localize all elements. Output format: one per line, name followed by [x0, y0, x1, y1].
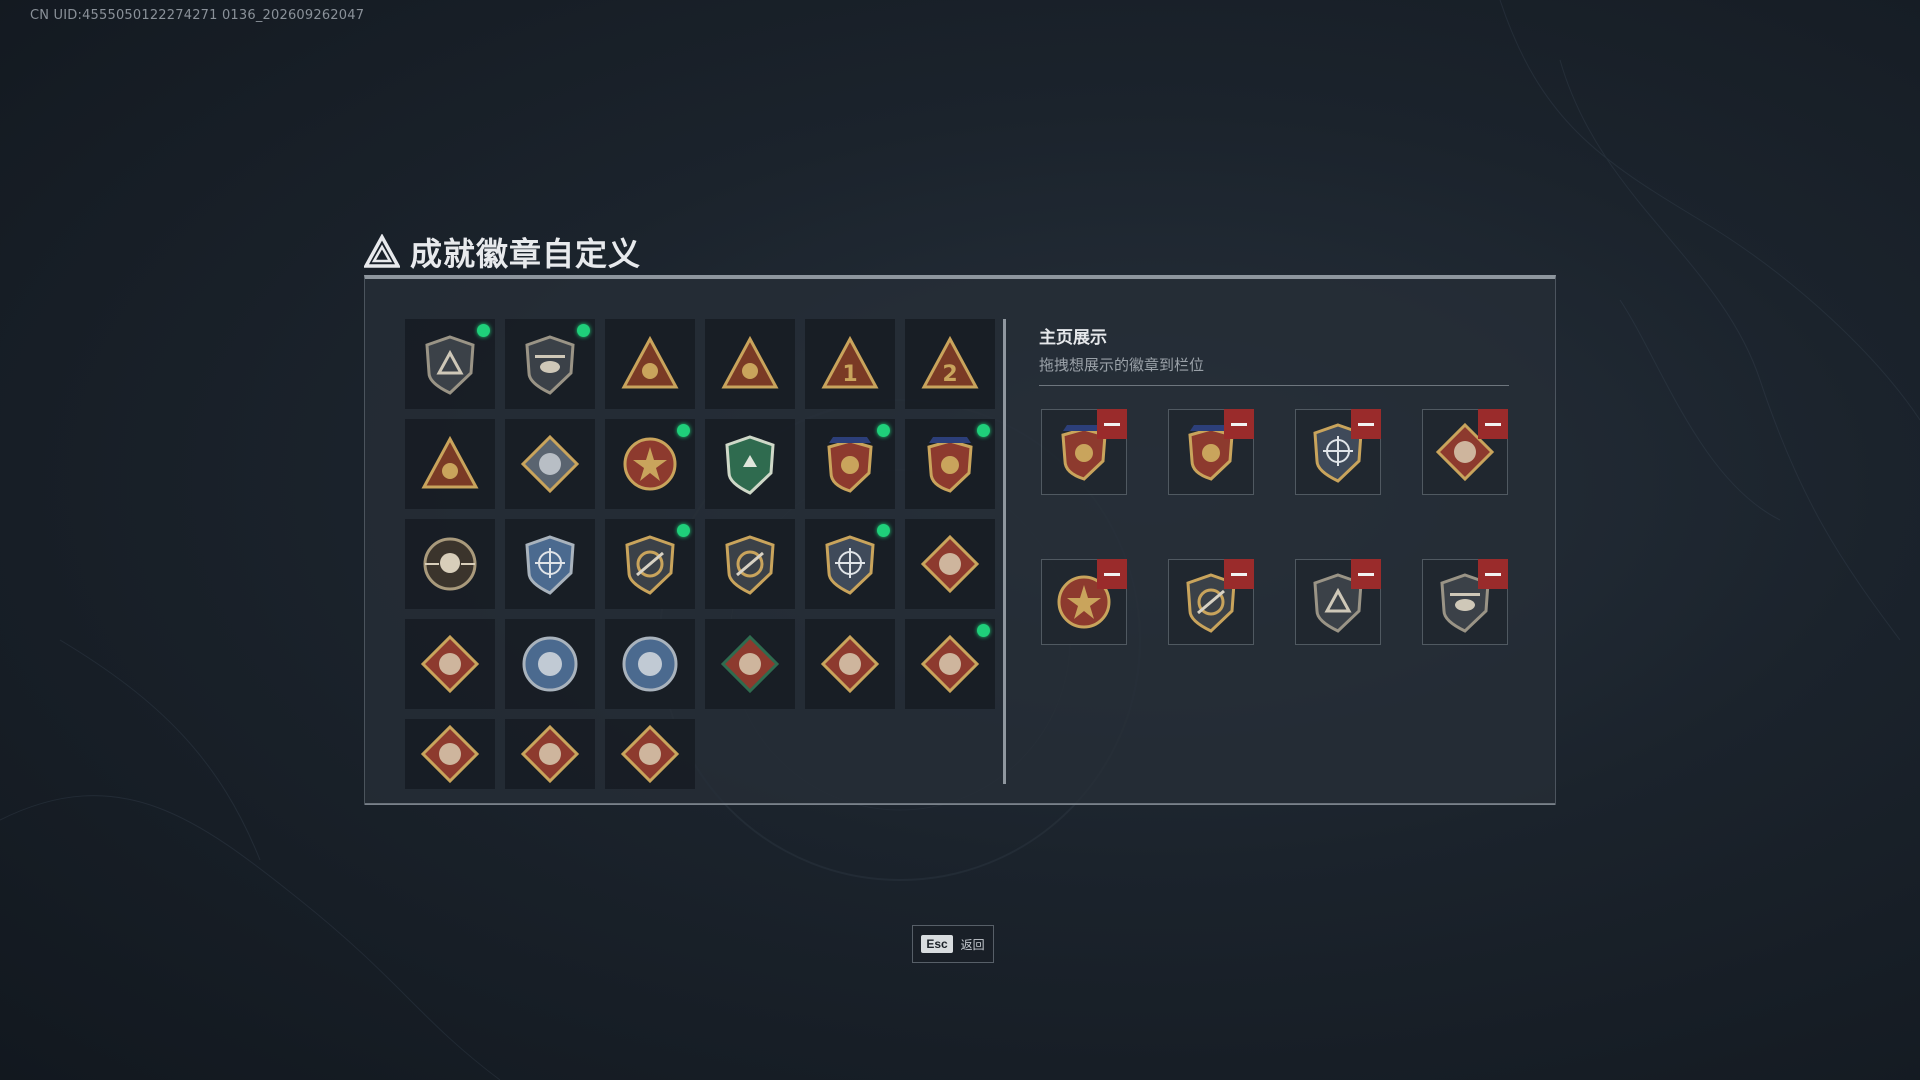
svg-text:1: 1	[842, 362, 857, 387]
new-indicator-dot	[577, 324, 590, 337]
new-indicator-dot	[677, 424, 690, 437]
number-1-triangle-icon: 1	[821, 335, 879, 389]
squad-triangle-icon	[421, 435, 479, 489]
badge-cell[interactable]: 1	[805, 319, 895, 409]
badge-cell[interactable]	[605, 719, 695, 789]
showcase-slot[interactable]	[1041, 409, 1127, 495]
helicopter-shield-icon	[525, 335, 575, 395]
rifle-shield-icon	[625, 535, 675, 595]
svg-text:2: 2	[942, 362, 957, 387]
boat-triangle-icon	[721, 335, 779, 389]
badge-cell[interactable]: 2	[905, 319, 995, 409]
badge-cell[interactable]	[605, 419, 695, 509]
badge-cell[interactable]	[705, 419, 795, 509]
runner-diamond-icon	[420, 724, 480, 784]
wolf-diamond-alt-icon	[420, 634, 480, 694]
back-button[interactable]: Esc 返回	[912, 925, 994, 963]
badge-cell[interactable]	[405, 619, 495, 709]
remove-icon[interactable]	[1351, 559, 1381, 589]
showcase-slot[interactable]	[1295, 559, 1381, 645]
badge-cell[interactable]	[505, 519, 595, 609]
badge-cell[interactable]	[805, 619, 895, 709]
remove-icon[interactable]	[1478, 409, 1508, 439]
badge-cell[interactable]	[405, 719, 495, 789]
badge-cell[interactable]	[705, 519, 795, 609]
remove-icon[interactable]	[1478, 559, 1508, 589]
showcase-slot[interactable]	[1168, 559, 1254, 645]
new-indicator-dot	[877, 424, 890, 437]
badge-customize-panel: 12 主页展示 拖拽想展示的徽章到栏位	[364, 275, 1556, 805]
badge-cell[interactable]	[605, 519, 695, 609]
new-indicator-dot	[677, 524, 690, 537]
new-indicator-dot	[477, 324, 490, 337]
showcase-subtitle: 拖拽想展示的徽章到栏位	[1039, 357, 1205, 374]
horse-diamond-icon	[520, 724, 580, 784]
showcase-slot[interactable]	[1295, 409, 1381, 495]
panel-divider	[1003, 319, 1006, 784]
hand-triangle-icon	[621, 335, 679, 389]
esc-key-icon: Esc	[921, 935, 953, 953]
badge-cell[interactable]	[905, 519, 995, 609]
showcase-slot[interactable]	[1168, 409, 1254, 495]
showcase-slot[interactable]	[1422, 559, 1508, 645]
remove-icon[interactable]	[1097, 409, 1127, 439]
dragon-diamond-icon	[820, 634, 880, 694]
badge-cell[interactable]	[905, 419, 995, 509]
showcase-header: 主页展示 拖拽想展示的徽章到栏位	[1039, 323, 1509, 386]
panel-bottom-border	[365, 803, 1555, 805]
badge-cell[interactable]	[805, 519, 895, 609]
wolf-circle-icon	[522, 636, 578, 692]
star-emblem-icon	[623, 437, 677, 491]
badge-cell[interactable]	[805, 419, 895, 509]
badge-cell[interactable]	[505, 319, 595, 409]
remove-icon[interactable]	[1097, 559, 1127, 589]
new-indicator-dot	[977, 624, 990, 637]
cube-diamond-icon	[520, 434, 580, 494]
gold-crosshair-icon	[825, 535, 875, 595]
wolf-diamond-icon	[920, 534, 980, 594]
dragon-diamond-alt-icon	[920, 634, 980, 694]
showcase-slots	[1041, 409, 1511, 645]
badge-cell[interactable]	[705, 319, 795, 409]
badge-cell[interactable]	[405, 519, 495, 609]
showcase-title: 主页展示	[1039, 328, 1107, 347]
badge-grid: 12	[405, 319, 995, 789]
crest-shield-icon	[927, 437, 973, 493]
remove-icon[interactable]	[1224, 409, 1254, 439]
remove-icon[interactable]	[1351, 409, 1381, 439]
rifle-shield-plain-icon	[725, 535, 775, 595]
badge-cell[interactable]	[605, 319, 695, 409]
uid-label: CN UID:4555050122274271 0136_20260926204…	[30, 8, 365, 23]
badge-cell[interactable]	[405, 419, 495, 509]
badge-cell[interactable]	[705, 619, 795, 709]
page-header: 成就徽章自定义	[364, 232, 641, 272]
showcase-slot[interactable]	[1422, 409, 1508, 495]
new-indicator-dot	[977, 424, 990, 437]
back-label: 返回	[960, 937, 985, 952]
eagle-circle-icon	[622, 636, 678, 692]
badge-cell[interactable]	[905, 619, 995, 709]
new-indicator-dot	[877, 524, 890, 537]
badge-cell[interactable]	[405, 319, 495, 409]
skull-scope-icon	[423, 537, 477, 591]
green-shield-icon	[725, 435, 775, 495]
page-title: 成就徽章自定义	[410, 236, 642, 272]
badge-cell[interactable]	[605, 619, 695, 709]
remove-icon[interactable]	[1224, 559, 1254, 589]
showcase-divider	[1039, 385, 1509, 386]
blue-crosshair-icon	[525, 535, 575, 595]
delta-logo-icon	[364, 234, 400, 268]
laurel-crest-icon	[827, 437, 873, 493]
dragon-diamond-green-icon	[720, 634, 780, 694]
triangle-shield-icon	[425, 335, 475, 395]
badge-cell[interactable]	[505, 619, 595, 709]
badge-cell[interactable]	[505, 719, 595, 789]
anchor-diamond-icon	[620, 724, 680, 784]
badge-cell[interactable]	[505, 419, 595, 509]
number-2-triangle-icon: 2	[921, 335, 979, 389]
showcase-slot[interactable]	[1041, 559, 1127, 645]
